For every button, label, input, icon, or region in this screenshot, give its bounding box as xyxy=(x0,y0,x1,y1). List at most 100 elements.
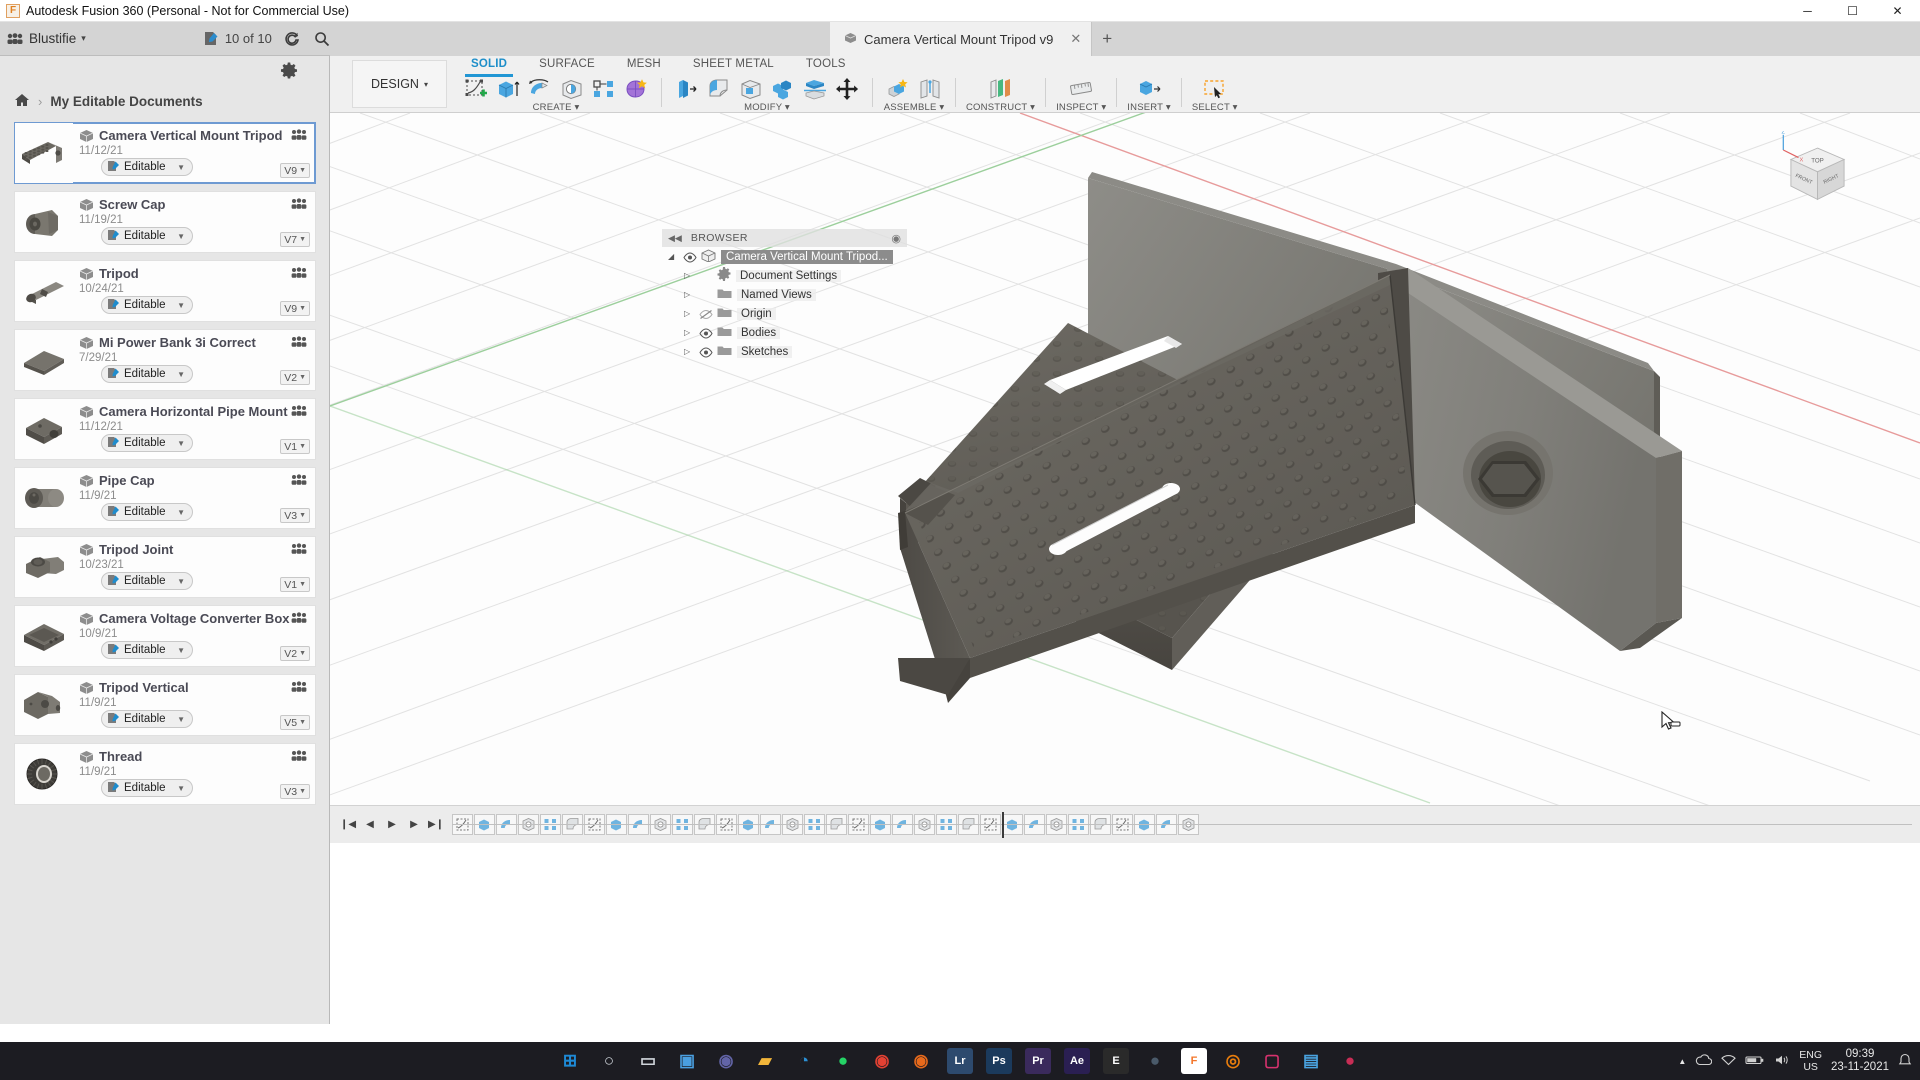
people-icon[interactable] xyxy=(291,543,307,555)
people-icon[interactable] xyxy=(291,336,307,348)
blender-icon[interactable]: ◎ xyxy=(1220,1048,1246,1074)
select-window-icon[interactable] xyxy=(1200,76,1230,101)
timeline-feature[interactable] xyxy=(848,814,869,835)
data-panel-toggle[interactable]: Blustifie ▾ xyxy=(0,24,91,54)
onedrive-icon[interactable] xyxy=(1695,1053,1713,1069)
file-explorer-icon[interactable]: ▰ xyxy=(752,1048,778,1074)
document-list-item[interactable]: Tripod Joint 10/23/21 Editable ▼ V1 ▼ xyxy=(14,536,316,598)
document-status-dropdown[interactable]: Editable ▼ xyxy=(101,227,193,245)
timeline-feature[interactable] xyxy=(716,814,737,835)
timeline-next-button[interactable]: ▶ xyxy=(406,817,422,833)
document-status-dropdown[interactable]: Editable ▼ xyxy=(101,710,193,728)
expand-triangle-icon[interactable]: ▷ xyxy=(684,271,694,280)
timeline-feature[interactable] xyxy=(1068,814,1089,835)
timeline-feature[interactable] xyxy=(650,814,671,835)
expand-triangle-icon[interactable]: ▷ xyxy=(684,309,694,318)
document-version-dropdown[interactable]: V3 ▼ xyxy=(280,508,310,523)
timeline-feature[interactable] xyxy=(562,814,583,835)
document-list-item[interactable]: Mi Power Bank 3i Correct 7/29/21 Editable ▼… xyxy=(14,329,316,391)
rectangular-pattern-icon[interactable] xyxy=(589,76,619,101)
document-status-dropdown[interactable]: Editable ▼ xyxy=(101,641,193,659)
view-cube[interactable]: TOP FRONT RIGHT Z X xyxy=(1770,131,1865,226)
visibility-on-icon[interactable] xyxy=(699,346,713,358)
document-list-item[interactable]: Tripod 10/24/21 Editable ▼ V9 ▼ xyxy=(14,260,316,322)
document-version-dropdown[interactable]: V1 ▼ xyxy=(280,577,310,592)
firefox-icon[interactable]: ◉ xyxy=(908,1048,934,1074)
people-icon[interactable] xyxy=(291,750,307,762)
clock[interactable]: 09:39 23-11-2021 xyxy=(1831,1048,1889,1074)
ribbon-tab-sheet-metal[interactable]: SHEET METAL xyxy=(677,56,790,74)
timeline-first-button[interactable]: ❙◀ xyxy=(340,817,356,833)
new-component-icon[interactable] xyxy=(883,76,913,101)
epic-games-icon[interactable]: E xyxy=(1103,1048,1129,1074)
ribbon-tab-tools[interactable]: TOOLS xyxy=(790,56,862,74)
document-tab[interactable]: Camera Vertical Mount Tripod v9 ✕ xyxy=(830,22,1093,56)
timeline-feature[interactable] xyxy=(1178,814,1199,835)
timeline-feature[interactable] xyxy=(870,814,891,835)
visibility-on-icon[interactable] xyxy=(699,327,713,339)
photoshop-icon[interactable]: Ps xyxy=(986,1048,1012,1074)
expand-triangle-icon[interactable]: ▷ xyxy=(684,347,694,356)
aftereffects-icon[interactable]: Ae xyxy=(1064,1048,1090,1074)
document-status-dropdown[interactable]: Editable ▼ xyxy=(101,434,193,452)
document-list-item[interactable]: Pipe Cap 11/9/21 Editable ▼ V3 ▼ xyxy=(14,467,316,529)
press-pull-icon[interactable] xyxy=(672,76,702,101)
timeline-feature[interactable] xyxy=(1134,814,1155,835)
document-version-dropdown[interactable]: V9 ▼ xyxy=(280,301,310,316)
timeline-feature[interactable] xyxy=(606,814,627,835)
document-list-item[interactable]: Thread 11/9/21 Editable ▼ V3 ▼ xyxy=(14,743,316,805)
timeline-feature[interactable] xyxy=(694,814,715,835)
fillet-icon[interactable] xyxy=(704,76,734,101)
create-sketch-icon[interactable] xyxy=(461,76,491,101)
timeline-feature[interactable] xyxy=(628,814,649,835)
timeline-feature[interactable] xyxy=(760,814,781,835)
document-list[interactable]: Camera Vertical Mount Tripod 11/12/21 Edit… xyxy=(0,122,330,812)
expand-triangle-icon[interactable]: ▷ xyxy=(684,328,694,337)
people-icon[interactable] xyxy=(291,198,307,210)
home-icon[interactable] xyxy=(14,93,30,110)
timeline-feature[interactable] xyxy=(892,814,913,835)
measure-icon[interactable] xyxy=(1066,76,1096,101)
tray-expand-icon[interactable]: ▲ xyxy=(1678,1057,1686,1066)
ribbon-tab-mesh[interactable]: MESH xyxy=(611,56,677,74)
browser-header[interactable]: ◀◀ BROWSER ◉ xyxy=(662,229,907,247)
timeline-feature[interactable] xyxy=(1024,814,1045,835)
collapse-icon[interactable]: ◀◀ xyxy=(668,233,682,244)
people-icon[interactable] xyxy=(291,612,307,624)
timeline-feature[interactable] xyxy=(584,814,605,835)
browser-node[interactable]: ▷ Document Settings xyxy=(662,266,907,285)
hole-icon[interactable] xyxy=(557,76,587,101)
browser-node[interactable]: ▷ Bodies xyxy=(662,323,907,342)
windows-app-icon[interactable]: ▤ xyxy=(1298,1048,1324,1074)
windows-start-icon[interactable]: ⊞ xyxy=(557,1048,583,1074)
browser-node[interactable]: ▷ Origin xyxy=(662,304,907,323)
timeline-feature[interactable] xyxy=(914,814,935,835)
widgets-icon[interactable]: ▣ xyxy=(674,1048,700,1074)
document-status-dropdown[interactable]: Editable ▼ xyxy=(101,365,193,383)
document-version-dropdown[interactable]: V5 ▼ xyxy=(280,715,310,730)
move-copy-icon[interactable] xyxy=(832,76,862,101)
document-status-dropdown[interactable]: Editable ▼ xyxy=(101,296,193,314)
insert-derive-icon[interactable] xyxy=(1134,76,1164,101)
taskbar-app-icons[interactable]: ⊞ ○ ▭ ▣ ◉ ▰ ◔ ● ◉ ◉ Lr Ps Pr Ae E ● F ◎ ▢ ▤ ● xyxy=(557,1048,1363,1074)
edge-icon[interactable]: ◔ xyxy=(791,1048,817,1074)
timeline-feature[interactable] xyxy=(1046,814,1067,835)
timeline-feature[interactable] xyxy=(826,814,847,835)
battery-icon[interactable] xyxy=(1745,1054,1765,1069)
timeline-feature[interactable] xyxy=(782,814,803,835)
browser-node[interactable]: ▷ Named Views xyxy=(662,285,907,304)
teams-icon[interactable]: ◉ xyxy=(713,1048,739,1074)
people-icon[interactable] xyxy=(291,681,307,693)
timeline-feature[interactable] xyxy=(1112,814,1133,835)
people-icon[interactable] xyxy=(291,129,307,141)
people-icon[interactable] xyxy=(291,474,307,486)
document-list-item[interactable]: Camera Horizontal Pipe Mount 11/12/21 Edit… xyxy=(14,398,316,460)
timeline-feature[interactable] xyxy=(980,814,1001,835)
document-status-dropdown[interactable]: Editable ▼ xyxy=(101,503,193,521)
volume-icon[interactable] xyxy=(1774,1054,1790,1069)
maximize-button[interactable]: ☐ xyxy=(1830,0,1875,22)
browser-options-icon[interactable]: ◉ xyxy=(891,232,901,245)
document-list-item[interactable]: Tripod Vertical 11/9/21 Editable ▼ V5 ▼ xyxy=(14,674,316,736)
browser-node[interactable]: ◢ Camera Vertical Mount Tripod... xyxy=(662,247,907,266)
document-list-item[interactable]: Camera Vertical Mount Tripod 11/12/21 Edit… xyxy=(14,122,316,184)
